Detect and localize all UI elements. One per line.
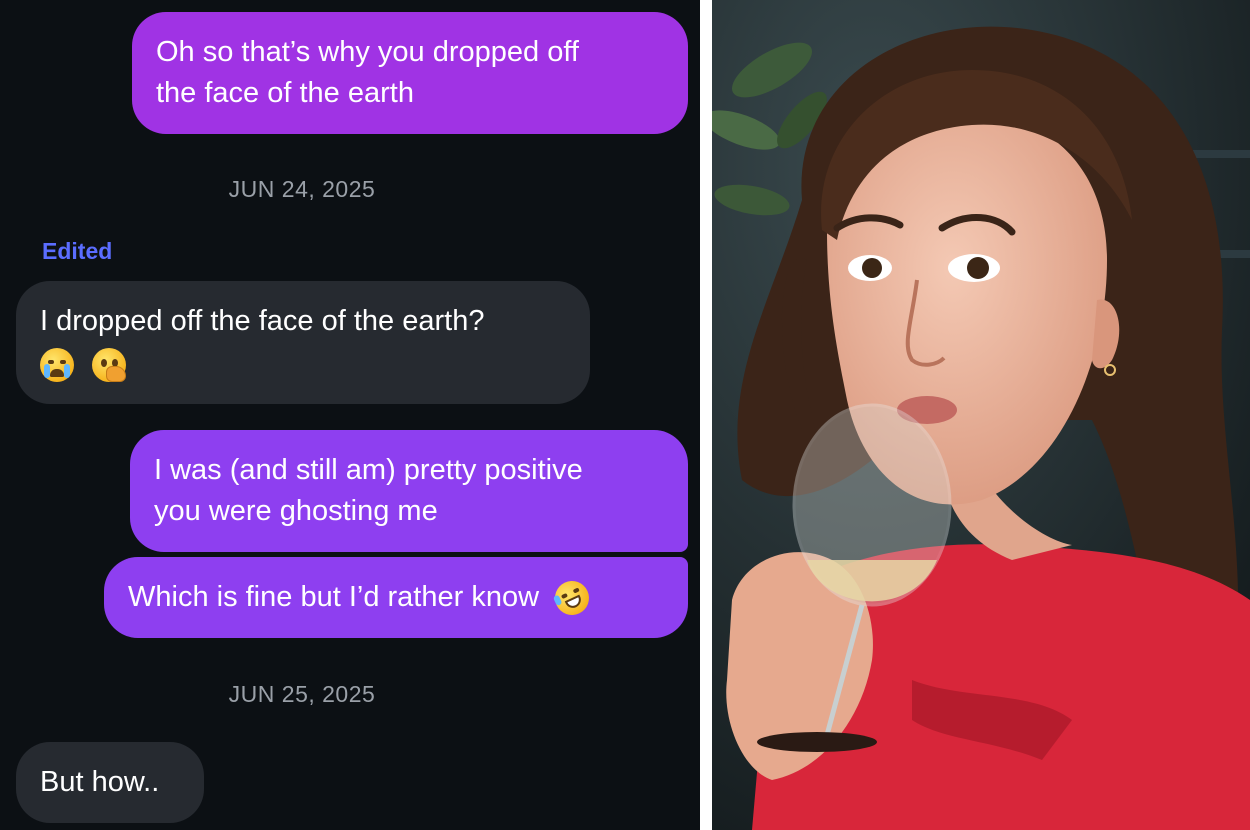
message-text: Which is fine but I’d rather know	[128, 581, 540, 613]
face-with-hand-over-mouth-emoji	[92, 348, 127, 383]
message-text: I dropped off the face of the earth?	[40, 305, 485, 337]
message-text: the face of the earth	[156, 77, 414, 109]
message-bubble-incoming[interactable]: I dropped off the face of the earth?	[16, 281, 590, 404]
message-bubble-incoming[interactable]: But how..	[16, 742, 204, 823]
message-bubble-outgoing[interactable]: I was (and still am) pretty positive you…	[130, 430, 688, 552]
loudly-crying-face-emoji	[40, 348, 74, 383]
message-text: you were ghosting me	[154, 495, 438, 527]
message-text: I was (and still am) pretty positive	[154, 454, 583, 486]
panel-divider	[700, 0, 712, 830]
rolling-on-the-floor-laughing-emoji	[549, 575, 595, 621]
message-text: Oh so that’s why you dropped off	[156, 36, 579, 68]
message-bubble-outgoing[interactable]: Oh so that’s why you dropped off the fac…	[132, 12, 688, 134]
woman-drinking-wine-photo	[712, 0, 1250, 830]
date-separator: JUN 25, 2025	[228, 681, 376, 707]
message-text: But how..	[40, 766, 160, 798]
edited-label: Edited	[42, 238, 113, 264]
message-bubble-outgoing[interactable]: Which is fine but I’d rather know	[104, 557, 688, 638]
date-separator: JUN 24, 2025	[228, 176, 376, 202]
photo-illustration	[712, 0, 1250, 830]
chat-conversation: Oh so that’s why you dropped off the fac…	[0, 0, 700, 830]
